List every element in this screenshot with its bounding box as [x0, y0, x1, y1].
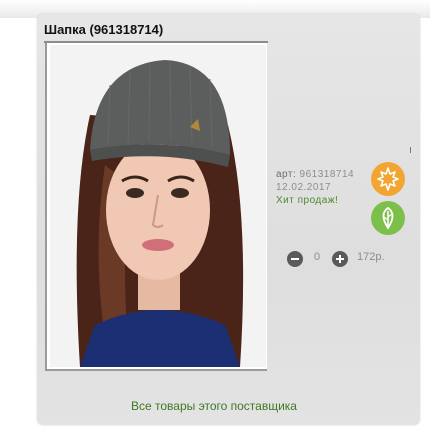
leaf-icon[interactable] [371, 201, 405, 235]
minus-icon [291, 258, 299, 260]
hit-badge-text: Хит продаж! [276, 195, 339, 206]
article-row: арт: 961318714 [276, 168, 354, 181]
divider-tick [410, 147, 411, 153]
all-supplier-products-link[interactable]: Все товары этого поставщика [131, 399, 297, 413]
price-text: 172р. [357, 251, 385, 263]
quantity-value: 0 [314, 251, 321, 263]
article-label: арт: [276, 169, 297, 180]
plus-icon [336, 255, 344, 263]
increase-quantity-button[interactable] [332, 251, 348, 267]
date-text: 12.02.2017 [276, 182, 332, 193]
decrease-quantity-button[interactable] [287, 251, 303, 267]
product-photo[interactable] [50, 45, 266, 367]
maple-leaf-icon[interactable] [371, 162, 405, 196]
product-info: арт: 961318714 12.02.2017 Хит продаж! [276, 168, 354, 207]
product-title: Шапка (961318714) [44, 22, 164, 37]
article-value: 961318714 [299, 169, 355, 180]
